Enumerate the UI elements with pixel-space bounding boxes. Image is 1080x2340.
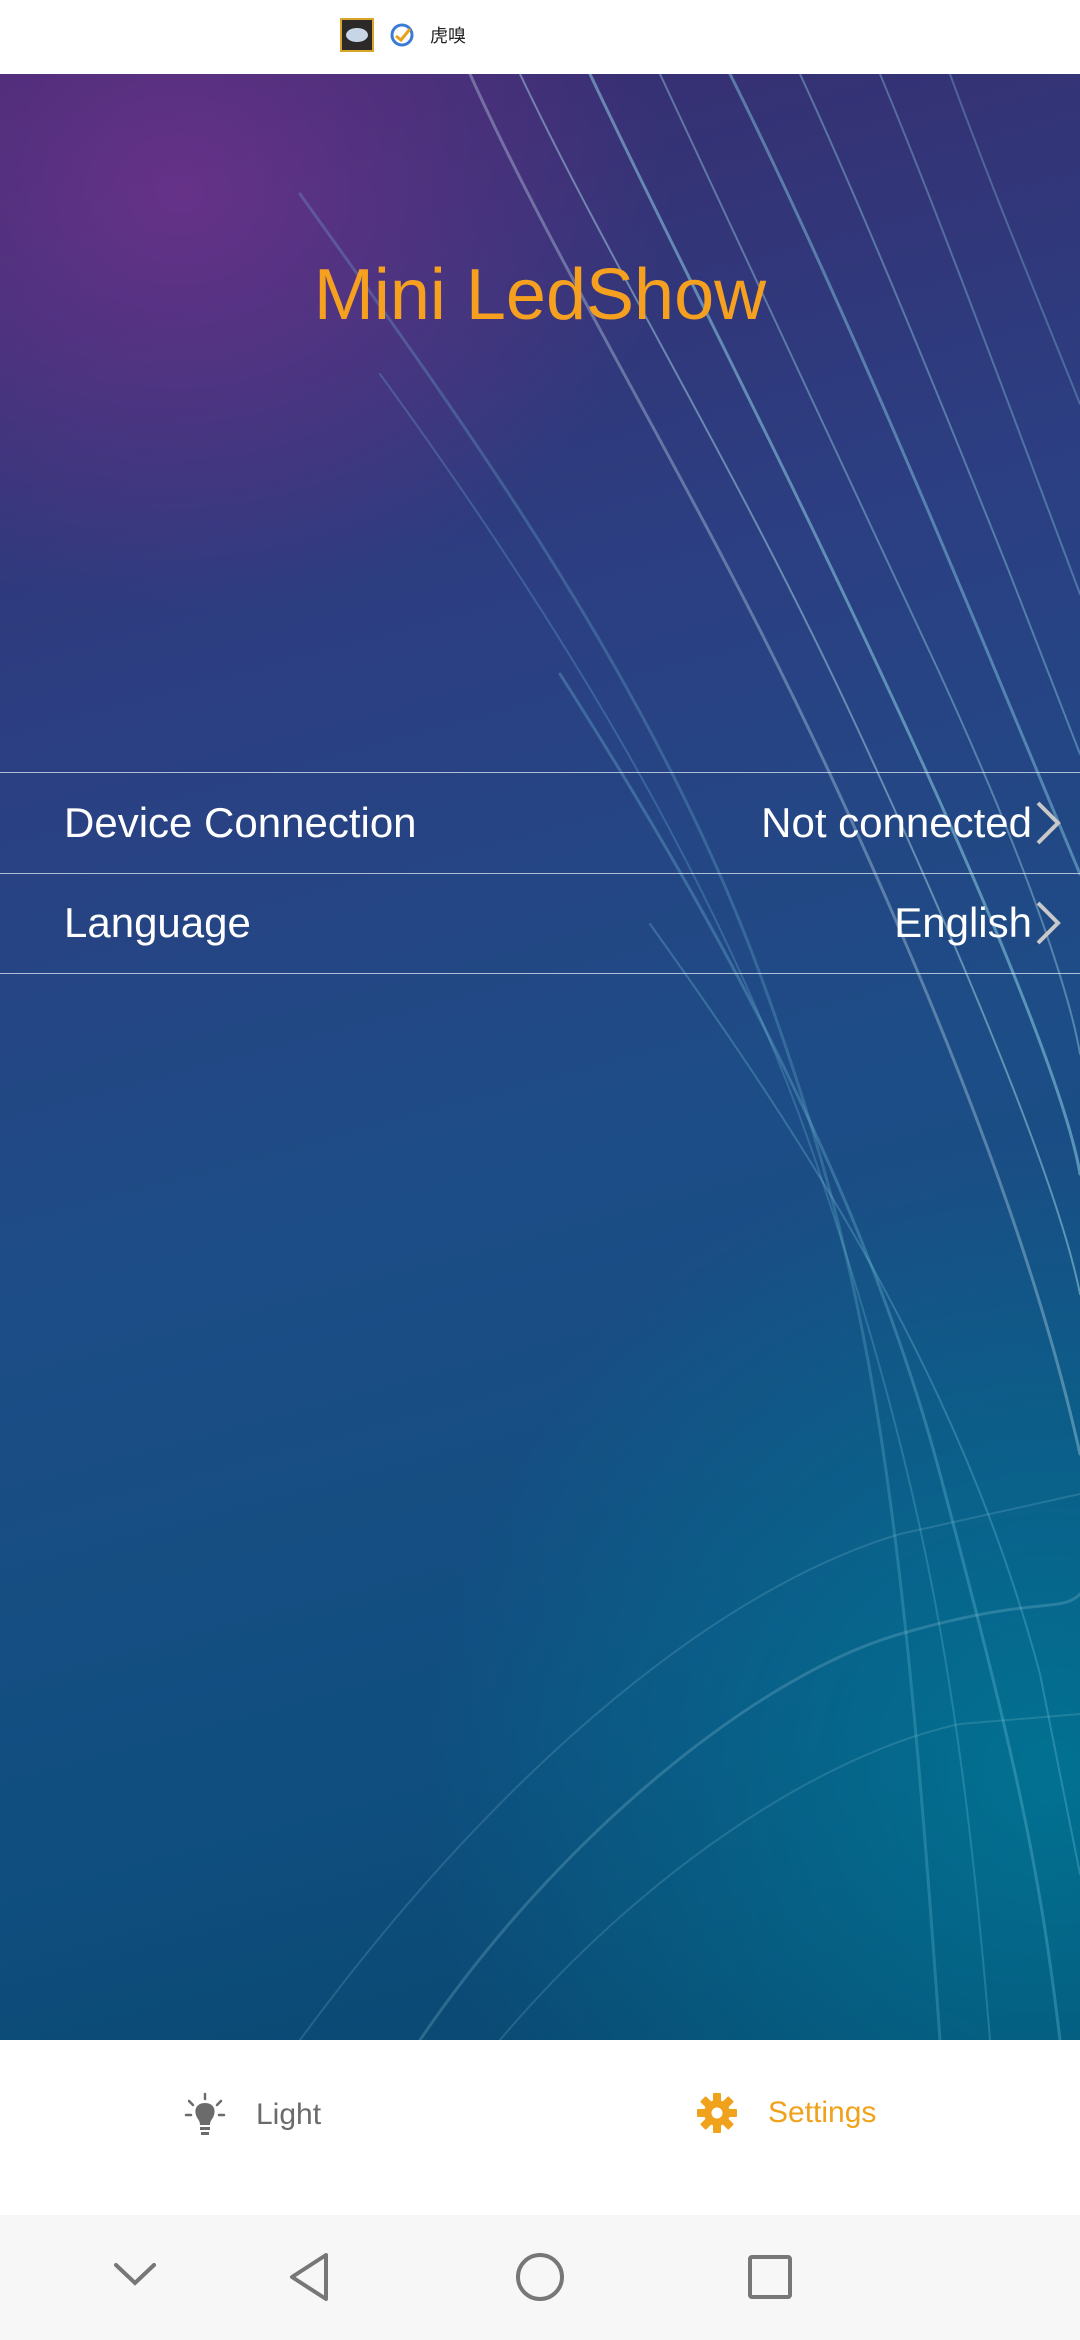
check-circle-icon [390, 23, 414, 47]
home-icon[interactable] [514, 2251, 566, 2303]
device-connection-row[interactable]: Device Connection Not connected [0, 772, 1080, 874]
chevron-right-icon [1036, 801, 1061, 845]
status-bar: 虎嗅 [0, 0, 1080, 74]
back-icon[interactable] [286, 2251, 332, 2303]
notification-text: 虎嗅 [430, 26, 466, 47]
background-waves [298, 74, 1080, 2040]
chevron-right-icon [1036, 901, 1061, 945]
language-row[interactable]: Language English [0, 873, 1080, 974]
system-navigation-bar [0, 2215, 1080, 2340]
main-screen: Mini LedShow Device Connection Not conne… [0, 74, 1080, 2040]
device-connection-value: Not connected [761, 799, 1032, 846]
tab-settings-label: Settings [768, 2096, 877, 2129]
tab-light[interactable]: Light [184, 2092, 321, 2138]
lightbulb-icon [184, 2092, 226, 2135]
device-connection-label: Device Connection [64, 799, 417, 846]
recents-icon[interactable] [746, 2253, 794, 2301]
notification-icons: 虎嗅 [340, 18, 466, 52]
language-value: English [894, 899, 1032, 946]
tab-light-label: Light [256, 2098, 322, 2131]
tab-settings[interactable]: Settings [696, 2092, 876, 2134]
collapse-icon[interactable] [112, 2259, 158, 2289]
bottom-tab-bar: Light Settings [0, 2040, 1080, 2215]
language-label: Language [64, 899, 251, 946]
app-title: Mini LedShow [313, 255, 767, 335]
gear-icon [697, 2093, 737, 2133]
ledshow-app-icon [340, 18, 374, 52]
